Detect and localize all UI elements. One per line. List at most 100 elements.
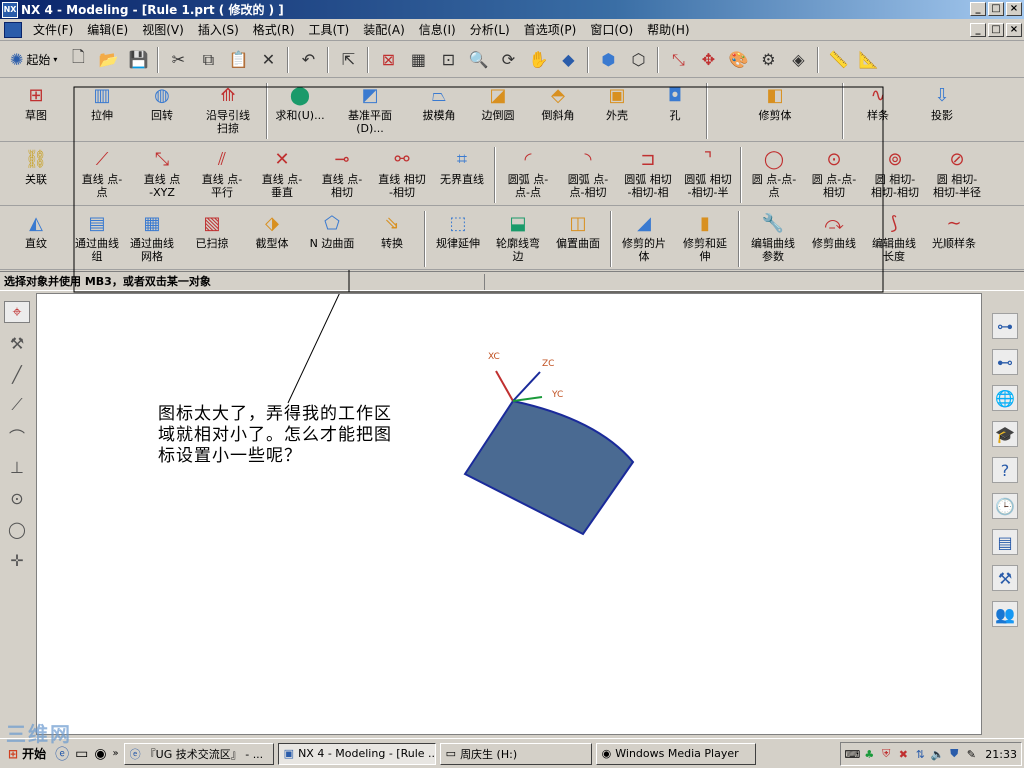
help-icon[interactable]: ? <box>992 457 1018 483</box>
doc-maximize-button[interactable]: □ <box>988 23 1004 37</box>
history-icon[interactable]: 🕒 <box>992 493 1018 519</box>
menu-format[interactable]: 格式(R) <box>246 19 302 41</box>
through-curves-button[interactable]: ▤ 通过曲线 组 <box>72 207 122 263</box>
layer-icon[interactable]: ✥ <box>695 47 721 73</box>
wcs-icon[interactable]: ⤡ <box>665 47 691 73</box>
open-folder-icon[interactable]: 📂 <box>95 47 121 73</box>
update-icon[interactable]: ⇅ <box>913 747 927 761</box>
network-icon[interactable]: ♣ <box>862 747 876 761</box>
color-palette-icon[interactable]: 🎨 <box>725 47 751 73</box>
menu-file[interactable]: 文件(F) <box>26 19 80 41</box>
assembly-navigator-icon[interactable]: ⊶ <box>992 313 1018 339</box>
menu-window[interactable]: 窗口(O) <box>583 19 640 41</box>
associative-button[interactable]: ⛓ 关联 <box>0 143 72 186</box>
trim-curve-button[interactable]: ⤼ 修剪曲线 <box>804 207 864 250</box>
graphics-window[interactable]: XC ZC YC <box>36 270 982 735</box>
orient-view-icon[interactable]: ⬢ <box>595 47 621 73</box>
revolve-button[interactable]: ◍ 回转 <box>132 79 192 122</box>
paste-icon[interactable]: 📋 <box>225 47 251 73</box>
silhouette-flange-button[interactable]: ⬓ 轮廓线弯 边 <box>488 207 548 263</box>
process-studio-icon[interactable]: ⚒ <box>992 565 1018 591</box>
minimize-button[interactable]: _ <box>970 2 986 16</box>
arc-tangent-radius-button[interactable]: ⌝ 圆弧 相切 -相切-半 <box>678 143 738 199</box>
menu-analysis[interactable]: 分析(L) <box>463 19 517 41</box>
web-browser-icon[interactable]: 🌐 <box>992 385 1018 411</box>
task-nx-modeling[interactable]: ▣ NX 4 - Modeling - [Rule ... <box>277 742 436 765</box>
line-point-parallel-button[interactable]: ⫽ 直线 点- 平行 <box>192 143 252 199</box>
line-point-tangent-button[interactable]: ⊸ 直线 点- 相切 <box>312 143 372 199</box>
keyboard-icon[interactable]: ⌨ <box>844 747 860 761</box>
zoom-icon[interactable]: 🔍 <box>465 47 491 73</box>
edge-blend-button[interactable]: ◪ 边倒圆 <box>468 79 528 122</box>
line-point-perpendicular-button[interactable]: ✕ 直线 点- 垂直 <box>252 143 312 199</box>
law-extension-button[interactable]: ⬚ 规律延伸 <box>428 207 488 250</box>
edit-curve-params-button[interactable]: 🔧 编辑曲线 参数 <box>742 207 804 263</box>
measure-angle-icon[interactable]: 📐 <box>855 47 881 73</box>
menu-tools[interactable]: 工具(T) <box>302 19 357 41</box>
delete-icon[interactable]: ✕ <box>255 47 281 73</box>
zoom-window-icon[interactable]: ▦ <box>405 47 431 73</box>
menu-insert[interactable]: 插入(S) <box>191 19 246 41</box>
doc-minimize-button[interactable]: _ <box>970 23 986 37</box>
arc-tool-icon[interactable]: ⌒ <box>4 425 30 447</box>
security-icon[interactable]: ⛨ <box>879 747 893 761</box>
line-point-point-button[interactable]: ⟋ 直线 点- 点 <box>72 143 132 199</box>
unbounded-line-button[interactable]: ⌗ 无界直线 <box>432 143 492 186</box>
task-media-player[interactable]: ◉ Windows Media Player <box>595 742 756 765</box>
input-method-icon[interactable]: ✎ <box>964 747 978 761</box>
swept-button[interactable]: ▧ 已扫掠 <box>182 207 242 250</box>
hide-show-icon[interactable]: ◈ <box>785 47 811 73</box>
shield-icon[interactable]: ⛊ <box>947 747 961 761</box>
trim-body-button[interactable]: ◧ 修剪体 <box>710 79 840 122</box>
snap-point-icon[interactable]: ⌖ <box>4 301 30 323</box>
ruled-surface-button[interactable]: ◭ 直纹 <box>0 207 72 250</box>
center-point-icon[interactable]: ⊙ <box>4 487 30 509</box>
menu-edit[interactable]: 编辑(E) <box>80 19 135 41</box>
shell-button[interactable]: ▣ 外壳 <box>588 79 646 122</box>
edit-curve-length-button[interactable]: ⟆ 编辑曲线 长度 <box>864 207 924 263</box>
antivirus-icon[interactable]: ✖ <box>896 747 910 761</box>
quicklaunch-more-icon[interactable]: » <box>113 748 119 759</box>
trim-extend-button[interactable]: ▮ 修剪和延 伸 <box>674 207 736 263</box>
section-body-button[interactable]: ⬗ 截型体 <box>242 207 302 250</box>
trimmed-sheet-button[interactable]: ◢ 修剪的片 体 <box>614 207 674 263</box>
arc-point-point-point-button[interactable]: ◜ 圆弧 点- 点-点 <box>498 143 558 199</box>
object-display-icon[interactable]: ⚙ <box>755 47 781 73</box>
arc-point-point-tangent-button[interactable]: ◝ 圆弧 点- 点-相切 <box>558 143 618 199</box>
media-quicklaunch-icon[interactable]: ◉ <box>94 746 106 762</box>
rotate-icon[interactable]: ⟳ <box>495 47 521 73</box>
hole-button[interactable]: ◘ 孔 <box>646 79 704 122</box>
tangent-tool-icon[interactable]: ⊥ <box>4 456 30 478</box>
new-file-icon[interactable]: 🗋 <box>65 47 91 73</box>
line-angle-icon[interactable]: ⟋ <box>4 394 30 416</box>
n-sided-surface-button[interactable]: ⬠ N 边曲面 <box>302 207 362 250</box>
sweep-button[interactable]: ⟰ 沿导引线 扫掠 <box>192 79 264 135</box>
project-button[interactable]: ⇩ 投影 <box>910 79 974 122</box>
chamfer-button[interactable]: ⬘ 倒斜角 <box>528 79 588 122</box>
datum-plane-button[interactable]: ◩ 基准平面 (D)... <box>330 79 410 135</box>
doc-close-button[interactable]: × <box>1006 23 1022 37</box>
sketch-button[interactable]: ⊞ 草图 <box>0 79 72 122</box>
menu-assembly[interactable]: 装配(A) <box>356 19 412 41</box>
circle-tangent-radius-button[interactable]: ⊘ 圆 相切- 相切-半径 <box>926 143 988 199</box>
unite-button[interactable]: ⬤ 求和(U)... <box>270 79 330 122</box>
selection-filter-icon[interactable]: ⚒ <box>4 332 30 354</box>
arc-tangent-tangent-button[interactable]: ⊐ 圆弧 相切 -相切-相 <box>618 143 678 199</box>
measure-distance-icon[interactable]: 📏 <box>825 47 851 73</box>
pan-icon[interactable]: ✋ <box>525 47 551 73</box>
smooth-spline-button[interactable]: ∼ 光顺样条 <box>924 207 984 250</box>
line-point-xyz-button[interactable]: ⤡ 直线 点 -XYZ <box>132 143 192 199</box>
menu-information[interactable]: 信息(I) <box>412 19 463 41</box>
copy-icon[interactable]: ⧉ <box>195 47 221 73</box>
training-icon[interactable]: 🎓 <box>992 421 1018 447</box>
menu-preferences[interactable]: 首选项(P) <box>517 19 584 41</box>
circle-point-point-point-button[interactable]: ◯ 圆 点-点- 点 <box>744 143 804 199</box>
perspective-icon[interactable]: ◆ <box>555 47 581 73</box>
part-navigator-icon[interactable]: ⊷ <box>992 349 1018 375</box>
start-menu-button[interactable]: ✺ 起始 ▾ <box>4 47 63 73</box>
undo-icon[interactable]: ↶ <box>295 47 321 73</box>
volume-icon[interactable]: 🔈 <box>930 747 944 761</box>
save-icon[interactable]: 💾 <box>125 47 151 73</box>
task-ug-forum[interactable]: ⓔ 『UG 技术交流区』 - ... <box>123 742 274 765</box>
point-tool-icon[interactable]: ✛ <box>4 549 30 571</box>
